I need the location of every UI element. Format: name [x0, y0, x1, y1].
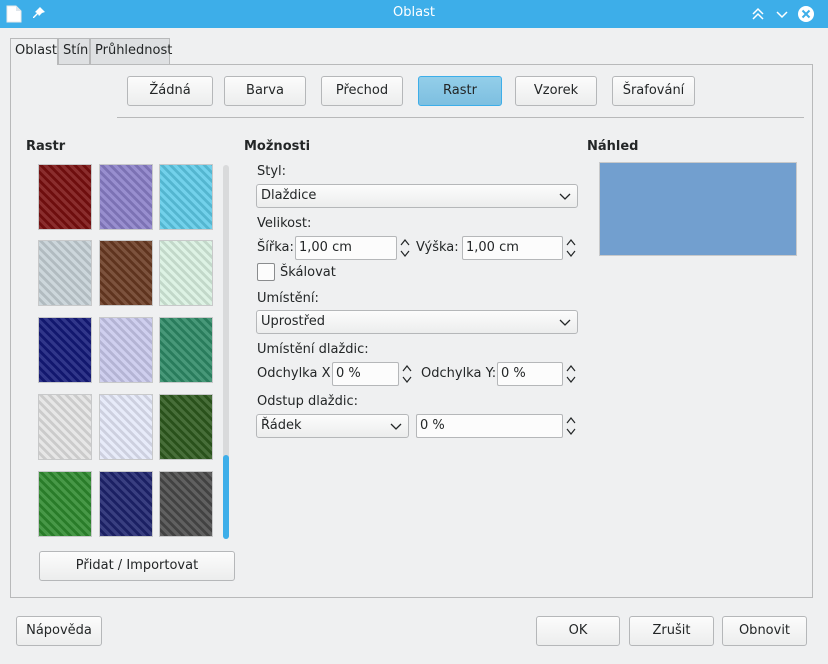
- tab-transparency[interactable]: Průhlednost: [90, 38, 172, 64]
- bitmap-swatch: [99, 471, 153, 537]
- fill-none-button[interactable]: Žádná: [127, 76, 213, 106]
- bitmap-swatch: [38, 240, 92, 306]
- bitmap-swatch: [159, 394, 213, 460]
- fill-pattern-button[interactable]: Vzorek: [515, 76, 597, 106]
- height-input[interactable]: 1,00 cm: [462, 236, 563, 260]
- bitmap-swatch: [99, 164, 153, 230]
- bitmap-heading: Rastr: [26, 139, 66, 154]
- height-spinner-icon[interactable]: [565, 236, 577, 260]
- gallery-scrollbar-thumb[interactable]: [223, 455, 229, 539]
- style-label: Styl:: [257, 164, 287, 179]
- minimize-icon[interactable]: [772, 4, 792, 24]
- bitmap-swatch: [38, 394, 92, 460]
- bitmap-swatch: [99, 394, 153, 460]
- width-spinner-icon[interactable]: [399, 236, 411, 260]
- ok-button[interactable]: OK: [536, 616, 620, 646]
- style-dropdown[interactable]: Dlaždice: [256, 184, 578, 208]
- chevron-down-icon: [559, 193, 571, 200]
- size-label: Velikost:: [257, 216, 312, 231]
- tile-offset-label: Odstup dlaždic:: [257, 394, 359, 409]
- bitmap-tile[interactable]: [159, 317, 213, 383]
- chevron-down-icon: [390, 423, 402, 430]
- options-heading: Možnosti: [244, 139, 311, 154]
- bitmap-swatch: [38, 164, 92, 230]
- bitmap-tile[interactable]: [159, 471, 213, 537]
- scale-checkbox[interactable]: [257, 263, 275, 281]
- position-dropdown[interactable]: Uprostřed: [256, 310, 578, 334]
- preview-heading: Náhled: [587, 139, 639, 154]
- bitmap-tile[interactable]: [38, 317, 92, 383]
- separator: [117, 117, 804, 118]
- fill-gradient-button[interactable]: Přechod: [321, 76, 403, 106]
- fill-bitmap-button[interactable]: Rastr: [418, 76, 502, 106]
- height-label: Výška:: [416, 240, 459, 255]
- add-import-button[interactable]: Přidat / Importovat: [39, 551, 235, 581]
- bitmap-swatch: [38, 471, 92, 537]
- bitmap-swatch: [159, 471, 213, 537]
- tile-offset-mode-value: Řádek: [261, 418, 302, 433]
- bitmap-swatch: [159, 240, 213, 306]
- bitmap-tile[interactable]: [99, 317, 153, 383]
- bitmap-tile[interactable]: [99, 394, 153, 460]
- bitmap-swatch: [159, 317, 213, 383]
- title-bar: Oblast: [0, 0, 828, 28]
- tile-offset-mode-dropdown[interactable]: Řádek: [256, 414, 409, 438]
- bitmap-swatch: [99, 240, 153, 306]
- chevron-down-icon: [559, 319, 571, 326]
- fill-color-button[interactable]: Barva: [224, 76, 306, 106]
- scale-label: Škálovat: [280, 265, 336, 280]
- bitmap-tile[interactable]: [99, 164, 153, 230]
- tab-shadow[interactable]: Stín: [58, 38, 90, 64]
- bitmap-swatch: [159, 164, 213, 230]
- tile-offset-input[interactable]: 0 %: [416, 414, 563, 438]
- bitmap-tile[interactable]: [38, 394, 92, 460]
- bitmap-tile[interactable]: [38, 240, 92, 306]
- bitmap-tile[interactable]: [99, 471, 153, 537]
- bitmap-tile[interactable]: [159, 164, 213, 230]
- tile-position-label: Umístění dlaždic:: [257, 342, 369, 357]
- bitmap-tile[interactable]: [159, 394, 213, 460]
- cancel-button[interactable]: Zrušit: [629, 616, 714, 646]
- offset-y-input[interactable]: 0 %: [497, 362, 563, 386]
- bitmap-tile[interactable]: [38, 471, 92, 537]
- keep-above-icon[interactable]: [748, 4, 768, 24]
- reset-button[interactable]: Obnovit: [722, 616, 807, 646]
- window-title: Oblast: [393, 5, 435, 20]
- tile-offset-spinner-icon[interactable]: [565, 414, 577, 438]
- bitmap-swatch: [38, 317, 92, 383]
- bitmap-tile[interactable]: [159, 240, 213, 306]
- close-icon[interactable]: [796, 4, 816, 24]
- width-input[interactable]: 1,00 cm: [295, 236, 397, 260]
- bitmap-swatch: [99, 317, 153, 383]
- offset-y-label: Odchylka Y:: [421, 366, 497, 381]
- fill-hatching-button[interactable]: Šrafování: [612, 76, 695, 106]
- help-button[interactable]: Nápověda: [16, 616, 102, 646]
- width-label: Šířka:: [257, 240, 294, 255]
- position-value: Uprostřed: [261, 314, 325, 329]
- offset-x-input[interactable]: 0 %: [332, 362, 399, 386]
- style-value: Dlaždice: [261, 188, 317, 203]
- tab-area[interactable]: Oblast: [10, 38, 58, 65]
- offset-x-spinner-icon[interactable]: [401, 362, 413, 386]
- bitmap-tile[interactable]: [99, 240, 153, 306]
- bitmap-tile[interactable]: [38, 164, 92, 230]
- position-label: Umístění:: [257, 291, 319, 306]
- offset-y-spinner-icon[interactable]: [565, 362, 577, 386]
- preview-swatch: [599, 162, 797, 256]
- offset-x-label: Odchylka X:: [257, 366, 335, 381]
